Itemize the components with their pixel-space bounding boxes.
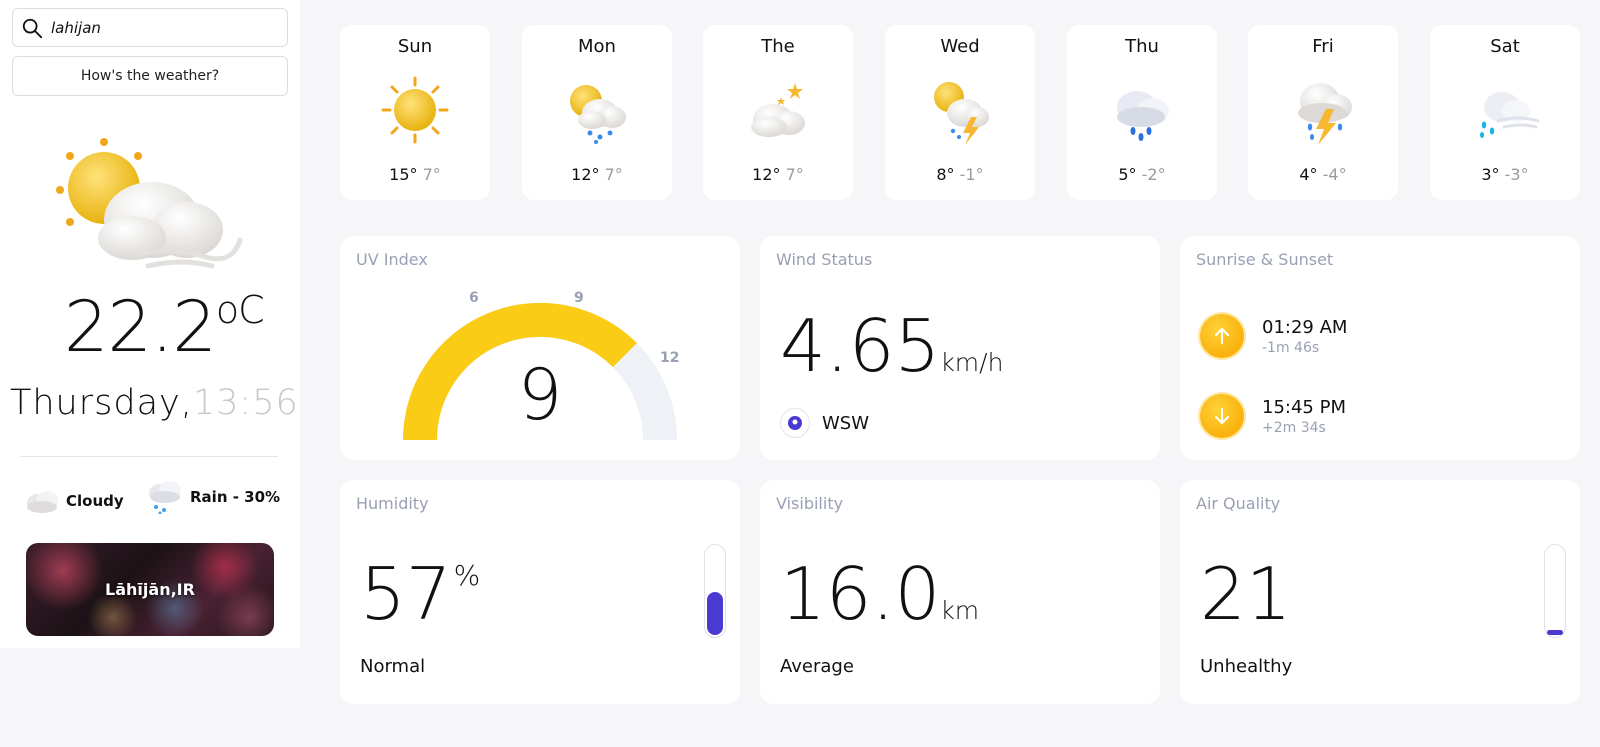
humidity-bar-fill	[707, 592, 723, 635]
forecast-day-name: Fri	[1312, 36, 1334, 57]
sidebar: How's the weather? 22.2oC Thursday,13:56	[0, 0, 300, 648]
visibility-card: Visibility 16.0km Average	[760, 480, 1160, 704]
humidity-card: Humidity 57% Normal	[340, 480, 740, 704]
visibility-unit: km	[940, 596, 980, 625]
forecast-temps: 5° -2°	[1118, 165, 1166, 184]
forecast-day-wed[interactable]: Wed 8° -1°	[885, 25, 1035, 200]
forecast-day-the[interactable]: The 12° 7°	[703, 25, 853, 200]
condition-cloudy: Cloudy	[24, 488, 124, 514]
wind-direction: WSW	[780, 408, 869, 438]
condition-rain: Rain - 30%	[146, 480, 280, 514]
rain-snow-cloud-icon	[1117, 91, 1169, 141]
visibility-status: Average	[780, 656, 854, 677]
forecast-temps: 4° -4°	[1299, 165, 1347, 184]
sunrise-icon	[1200, 314, 1244, 358]
forecast-day-name: The	[761, 36, 795, 57]
air-quality-status: Unhealthy	[1200, 656, 1293, 677]
wind-status-card: Wind Status 4.65km/h WSW	[760, 236, 1160, 460]
sunrise-time: 01:29 AM	[1262, 316, 1348, 338]
current-temperature: 22.2oC	[64, 286, 265, 368]
card-title: Visibility	[776, 494, 844, 513]
divider	[20, 456, 278, 457]
wind-unit: km/h	[940, 348, 1004, 377]
cloud-icon	[27, 491, 58, 513]
sunset-icon	[1200, 394, 1244, 438]
card-title: Air Quality	[1196, 494, 1281, 513]
city-card[interactable]: Lāhījān,IR	[26, 543, 274, 636]
sunrise-sunset-card: Sunrise & Sunset 01:29 AM -1m 46s 15:45 …	[1180, 236, 1580, 460]
location-pin-icon	[780, 408, 810, 438]
wind-speed: 4.65km/h	[780, 304, 1004, 388]
sunset-time: 15:45 PM	[1262, 396, 1346, 418]
temperature-unit: oC	[215, 288, 265, 332]
sunrise-delta: -1m 46s	[1262, 339, 1320, 356]
forecast-temps: 3° -3°	[1481, 165, 1529, 184]
rain-cloud-icon	[149, 481, 181, 514]
current-day-time: Thursday,13:56	[10, 386, 299, 421]
forecast-day-name: Sun	[397, 36, 433, 57]
forecast-day-name: Sat	[1490, 36, 1520, 57]
humidity-unit: %	[453, 559, 481, 592]
forecast-temps: 8° -1°	[936, 165, 984, 184]
forecast-day-thu[interactable]: Thu 5° -2°	[1067, 25, 1217, 200]
card-title: Wind Status	[776, 250, 873, 269]
uv-index-card: UV Index 6 9 12 9	[340, 236, 740, 460]
sun-thunder-cloud-icon	[934, 82, 989, 145]
current-time: 13:56	[192, 383, 299, 423]
forecast-day-name: Wed	[940, 36, 980, 57]
humidity-value: 57%	[360, 552, 481, 636]
cloud-stars-icon	[751, 83, 805, 137]
forecast-temps: 12° 7°	[571, 165, 623, 184]
search-icon	[22, 18, 43, 38]
card-title: Sunrise & Sunset	[1196, 250, 1334, 269]
wind-direction-label: WSW	[822, 412, 870, 434]
search-input[interactable]	[51, 18, 271, 37]
humidity-bar	[704, 544, 726, 638]
sun-cloud-wind-icon	[56, 138, 243, 269]
uv-tick-label: 6	[469, 290, 479, 306]
sun-icon	[381, 76, 449, 144]
city-name: Lāhījān,IR	[105, 580, 195, 599]
submit-weather-button[interactable]: How's the weather?	[12, 56, 288, 96]
search-box[interactable]	[12, 8, 288, 47]
forecast-day-name: Thu	[1125, 36, 1159, 57]
forecast-day-mon[interactable]: Mon 12° 7°	[522, 25, 672, 200]
forecast-temps: 12° 7°	[752, 165, 804, 184]
current-day: Thursday,	[10, 383, 193, 423]
sunrise-row: 01:29 AM -1m 46s	[1200, 314, 1347, 358]
forecast-day-name: Mon	[578, 36, 616, 57]
uv-tick-label: 9	[574, 290, 584, 306]
card-title: Humidity	[356, 494, 429, 513]
thunder-rain-cloud-icon	[1298, 83, 1352, 145]
forecast-day-sat[interactable]: Sat 3° -3°	[1430, 25, 1580, 200]
forecast-day-sun[interactable]: Sun 15° 7°	[340, 25, 490, 200]
sunset-delta: +2m 34s	[1262, 419, 1326, 436]
air-quality-card: Air Quality 21 Unhealthy	[1180, 480, 1580, 704]
wind-rain-cloud-icon	[1480, 92, 1540, 138]
air-quality-value: 21	[1200, 552, 1292, 636]
uv-value: 9	[517, 354, 563, 436]
air-quality-bar-fill	[1547, 629, 1563, 635]
forecast-temps: 15° 7°	[389, 165, 441, 184]
visibility-value: 16.0km	[780, 552, 980, 636]
air-quality-bar	[1544, 544, 1566, 638]
forecast-day-fri[interactable]: Fri 4° -4°	[1248, 25, 1398, 200]
sun-rain-cloud-icon	[570, 85, 626, 144]
humidity-status: Normal	[360, 656, 426, 677]
sunset-row: 15:45 PM +2m 34s	[1200, 394, 1346, 438]
